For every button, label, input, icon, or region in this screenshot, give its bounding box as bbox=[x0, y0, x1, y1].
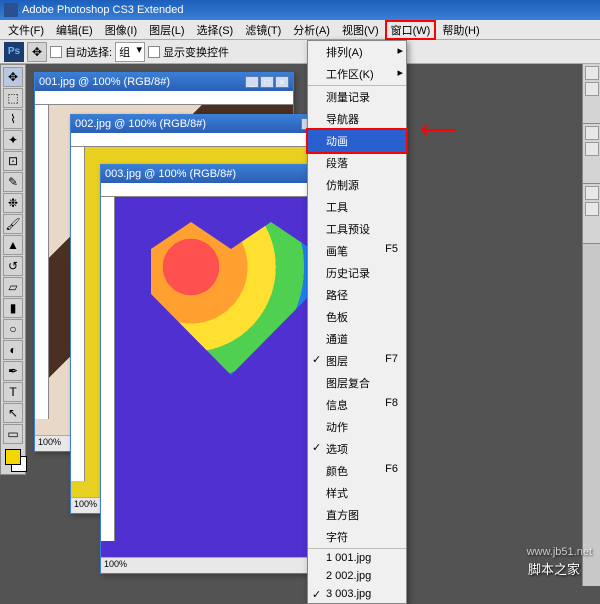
pen-tool[interactable]: ✒ bbox=[3, 361, 23, 381]
menu-window[interactable]: 窗口(W) bbox=[385, 20, 437, 40]
panel-icon bbox=[585, 82, 599, 96]
menu-navigator[interactable]: 导航器 bbox=[308, 108, 406, 130]
eyedropper-tool[interactable]: ✎ bbox=[3, 172, 23, 192]
menu-actions[interactable]: 动作 bbox=[308, 416, 406, 438]
move-tool[interactable]: ✥ bbox=[3, 67, 23, 87]
menu-info[interactable]: 信息F8 bbox=[308, 394, 406, 416]
watermark-text: 脚本之家 bbox=[528, 559, 580, 578]
menu-color[interactable]: 色板 bbox=[308, 306, 406, 328]
menu-history[interactable]: 历史记录 bbox=[308, 262, 406, 284]
menu-clone-source[interactable]: 仿制源 bbox=[308, 174, 406, 196]
menu-win2[interactable]: 2 002.jpg bbox=[308, 567, 406, 585]
mini-panel-1[interactable] bbox=[583, 64, 600, 124]
doc3-ruler-v bbox=[101, 197, 115, 541]
menu-layer[interactable]: 图层(L) bbox=[143, 20, 190, 40]
panel-icon bbox=[585, 202, 599, 216]
doc1-ruler-h bbox=[35, 91, 293, 105]
stamp-tool[interactable]: ▲ bbox=[3, 235, 23, 255]
menu-edit[interactable]: 编辑(E) bbox=[50, 20, 99, 40]
eraser-tool[interactable]: ▱ bbox=[3, 277, 23, 297]
doc2-title: 002.jpg @ 100% (RGB/8#) bbox=[75, 118, 206, 130]
menu-styles[interactable]: 样式 bbox=[308, 482, 406, 504]
auto-select-dropdown[interactable]: 组 bbox=[115, 42, 145, 62]
menubar: 文件(F) 编辑(E) 图像(I) 图层(L) 选择(S) 滤镜(T) 分析(A… bbox=[0, 20, 600, 40]
shape-tool[interactable]: ▭ bbox=[3, 424, 23, 444]
healing-tool[interactable]: ❉ bbox=[3, 193, 23, 213]
doc1-titlebar[interactable]: 001.jpg @ 100% (RGB/8#) _ □ × bbox=[35, 73, 293, 91]
menu-image[interactable]: 图像(I) bbox=[99, 20, 143, 40]
watermark-url: www.jb51.net bbox=[527, 546, 592, 558]
menu-histogram[interactable]: 直方图 bbox=[308, 504, 406, 526]
menu-tool-presets[interactable]: 工具预设 bbox=[308, 218, 406, 240]
move-tool-icon[interactable]: ✥ bbox=[27, 42, 47, 62]
heart-image bbox=[131, 213, 331, 393]
doc1-maximize[interactable]: □ bbox=[260, 76, 274, 88]
path-tool[interactable]: ↖ bbox=[3, 403, 23, 423]
app-icon bbox=[4, 3, 18, 17]
menu-swatches[interactable]: 颜色F6 bbox=[308, 460, 406, 482]
menu-channels[interactable]: 通道 bbox=[308, 328, 406, 350]
menu-options[interactable]: 选项 bbox=[308, 438, 406, 460]
menu-file[interactable]: 文件(F) bbox=[2, 20, 50, 40]
workspace: ✥ ⬚ ⌇ ✦ ⊡ ✎ ❉ 🖌 ▲ ↺ ▱ ▮ ○ ◐ ✒ T ↖ ▭ 001.… bbox=[0, 64, 600, 586]
menu-tools[interactable]: 工具 bbox=[308, 196, 406, 218]
window-menu-dropdown: 排列(A) 工作区(K) 测量记录 导航器 动画 段落 仿制源 工具 工具预设 … bbox=[307, 40, 407, 604]
menu-arrange[interactable]: 排列(A) bbox=[308, 41, 406, 63]
marquee-tool[interactable]: ⬚ bbox=[3, 88, 23, 108]
menu-win1[interactable]: 1 001.jpg bbox=[308, 549, 406, 567]
show-transform-label: 显示变换控件 bbox=[163, 44, 229, 60]
ps-logo-icon: Ps bbox=[4, 42, 24, 62]
menu-measurement[interactable]: 测量记录 bbox=[308, 86, 406, 108]
annotation-arrow-icon: ⟵ bbox=[420, 114, 457, 145]
menu-character[interactable]: 字符 bbox=[308, 526, 406, 549]
panel-icon bbox=[585, 186, 599, 200]
doc1-title: 001.jpg @ 100% (RGB/8#) bbox=[39, 76, 170, 88]
panel-dock bbox=[582, 64, 600, 586]
menu-win3[interactable]: 3 003.jpg bbox=[308, 585, 406, 603]
mini-panel-2[interactable] bbox=[583, 124, 600, 184]
menu-paths[interactable]: 路径 bbox=[308, 284, 406, 306]
app-titlebar: Adobe Photoshop CS3 Extended bbox=[0, 0, 600, 20]
menu-view[interactable]: 视图(V) bbox=[336, 20, 385, 40]
crop-tool[interactable]: ⊡ bbox=[3, 151, 23, 171]
foreground-color[interactable] bbox=[5, 449, 21, 465]
panel-icon bbox=[585, 66, 599, 80]
brush-tool[interactable]: 🖌 bbox=[3, 214, 23, 234]
history-brush-tool[interactable]: ↺ bbox=[3, 256, 23, 276]
menu-layer-comps[interactable]: 图层复合 bbox=[308, 372, 406, 394]
menu-layers[interactable]: 图层F7 bbox=[308, 350, 406, 372]
wand-tool[interactable]: ✦ bbox=[3, 130, 23, 150]
type-tool[interactable]: T bbox=[3, 382, 23, 402]
auto-select-label: 自动选择: bbox=[65, 44, 112, 60]
blur-tool[interactable]: ○ bbox=[3, 319, 23, 339]
menu-analysis[interactable]: 分析(A) bbox=[287, 20, 336, 40]
menu-brushes[interactable]: 画笔F5 bbox=[308, 240, 406, 262]
app-title: Adobe Photoshop CS3 Extended bbox=[22, 4, 183, 16]
mini-panel-3[interactable] bbox=[583, 184, 600, 244]
menu-select[interactable]: 选择(S) bbox=[191, 20, 240, 40]
panel-icon bbox=[585, 142, 599, 156]
doc1-minimize[interactable]: _ bbox=[245, 76, 259, 88]
menu-animation[interactable]: 动画 bbox=[306, 128, 408, 154]
panel-icon bbox=[585, 126, 599, 140]
options-bar: Ps ✥ 自动选择: 组 显示变换控件 bbox=[0, 40, 600, 64]
menu-filter[interactable]: 滤镜(T) bbox=[239, 20, 287, 40]
toolbox: ✥ ⬚ ⌇ ✦ ⊡ ✎ ❉ 🖌 ▲ ↺ ▱ ▮ ○ ◐ ✒ T ↖ ▭ bbox=[0, 64, 26, 475]
gradient-tool[interactable]: ▮ bbox=[3, 298, 23, 318]
menu-workspace[interactable]: 工作区(K) bbox=[308, 63, 406, 86]
doc1-close[interactable]: × bbox=[275, 76, 289, 88]
doc3-title: 003.jpg @ 100% (RGB/8#) bbox=[105, 168, 236, 180]
lasso-tool[interactable]: ⌇ bbox=[3, 109, 23, 129]
auto-select-checkbox[interactable] bbox=[50, 46, 62, 58]
menu-paragraph[interactable]: 段落 bbox=[308, 152, 406, 174]
doc1-ruler-v bbox=[35, 105, 49, 419]
menu-help[interactable]: 帮助(H) bbox=[436, 20, 485, 40]
doc2-ruler-v bbox=[71, 147, 85, 481]
show-transform-checkbox[interactable] bbox=[148, 46, 160, 58]
dodge-tool[interactable]: ◐ bbox=[3, 340, 23, 360]
